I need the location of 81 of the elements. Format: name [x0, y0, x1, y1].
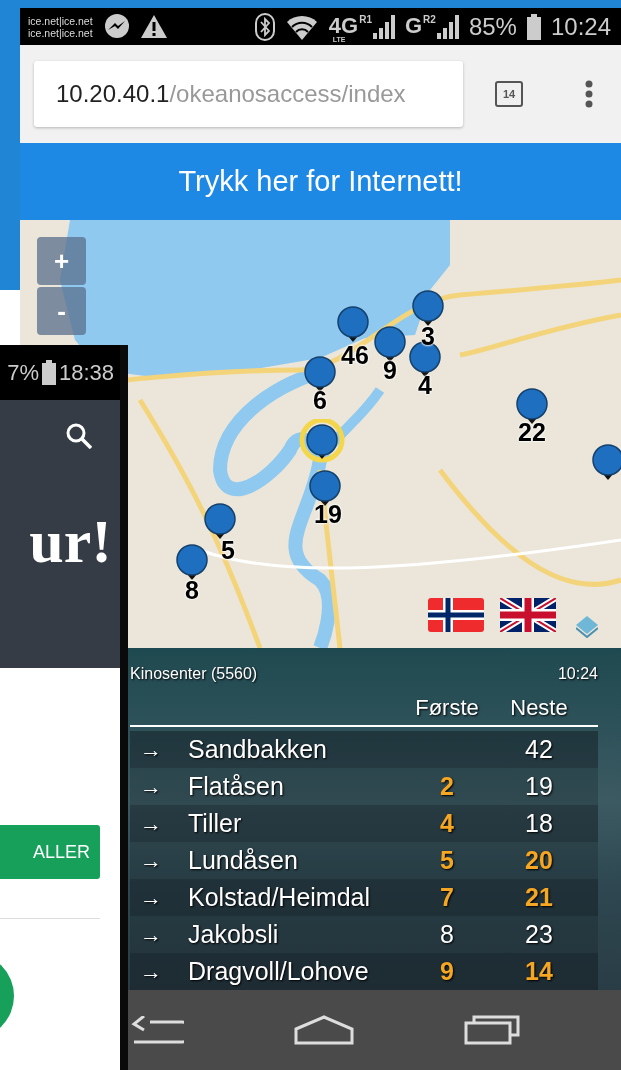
carrier-text: ice.net|ice.net [28, 26, 93, 39]
route-name: Lundåsen [188, 845, 299, 876]
chat-bubble-icon [102, 12, 131, 41]
marker-label: 19 [314, 501, 342, 527]
departure-minutes: 8 [440, 920, 454, 948]
clock: 10:24 [550, 14, 611, 39]
map-marker[interactable] [175, 544, 209, 580]
route-name: Dragvoll/Lohove [188, 956, 370, 987]
language-flag-button[interactable] [500, 598, 556, 632]
headline: ur! [29, 510, 112, 572]
departure-minutes: 21 [525, 883, 553, 911]
departure-minutes: 7 [440, 883, 454, 911]
departure-minutes: 19 [525, 772, 553, 800]
battery-icon [526, 13, 541, 40]
departure-minutes: 23 [525, 920, 553, 948]
marker-label: 5 [221, 537, 235, 563]
norway-flag-icon [428, 598, 484, 632]
map-marker[interactable] [591, 444, 621, 480]
tab-count-button[interactable]: 14 [495, 81, 523, 107]
recent-apps-icon[interactable] [464, 1015, 520, 1045]
layers-icon[interactable] [576, 616, 598, 638]
departure-minutes: 18 [525, 809, 553, 837]
signal-icon [436, 14, 459, 39]
internet-button[interactable]: Trykk her for Internett! [20, 143, 621, 220]
route-name: Jakobsli [188, 919, 280, 950]
stop-name: Kinosenter (5560) [130, 664, 258, 684]
arrow-text: → [139, 958, 163, 986]
map-marker[interactable] [515, 388, 549, 424]
roaming-label: R1 [359, 14, 372, 25]
clock: 18:38 [58, 359, 114, 387]
bluetooth-icon [254, 12, 275, 41]
arrow-text: → [139, 921, 163, 949]
map-marker[interactable] [411, 290, 445, 326]
departure-minutes: 5 [440, 846, 454, 874]
map-marker[interactable] [299, 419, 345, 463]
route-name: Flatåsen [188, 771, 285, 802]
marker-label: 22 [518, 419, 546, 445]
roaming-label: R2 [423, 14, 436, 25]
arrow-text: → [139, 884, 163, 912]
departure-minutes: 20 [525, 846, 553, 874]
departure-minutes: 9 [440, 957, 454, 985]
uk-flag-icon [500, 598, 556, 632]
arrow-text: → [139, 847, 163, 875]
marker-label: 46 [341, 342, 369, 368]
marker-label: 9 [383, 357, 397, 383]
update-time: 10:24 [557, 664, 598, 684]
search-icon[interactable] [65, 422, 92, 449]
marker-label: 4 [418, 372, 432, 398]
carrier-text: ice.net|ice.net [28, 14, 93, 27]
battery-icon [41, 360, 56, 385]
zoom-out-button[interactable]: - [37, 287, 86, 335]
marker-label: 6 [313, 387, 327, 413]
departure-minutes: 2 [440, 772, 454, 800]
route-name: Sandbakken [188, 734, 328, 765]
action-button[interactable]: ALLER [0, 825, 100, 879]
url-field[interactable]: 10.20.40.1/okeanosaccess/index [34, 61, 463, 127]
map-marker[interactable] [203, 503, 237, 539]
departure-minutes: 14 [525, 957, 553, 985]
column-header: Neste [509, 694, 569, 722]
warning-icon [140, 14, 167, 39]
arrow-text: → [139, 810, 163, 838]
arrow-text: → [139, 773, 163, 801]
network-type: G [404, 14, 423, 37]
departure-minutes: 4 [440, 809, 454, 837]
departure-minutes: 42 [525, 735, 553, 763]
home-icon[interactable] [294, 1015, 354, 1045]
back-icon[interactable] [130, 1016, 184, 1044]
battery-percent: 85% [468, 14, 517, 39]
language-flag-button[interactable] [428, 598, 484, 632]
signal-icon [372, 14, 395, 39]
wifi-icon [284, 13, 319, 40]
arrow-text: → [139, 736, 163, 764]
marker-label: 8 [185, 577, 199, 603]
menu-icon[interactable] [585, 80, 593, 108]
map-marker[interactable] [308, 470, 342, 506]
route-name: Tiller [188, 808, 243, 839]
route-name: Kolstad/Heimdal [188, 882, 372, 913]
column-header: Første [414, 694, 480, 722]
zoom-in-button[interactable]: + [37, 237, 86, 285]
map-marker[interactable] [336, 306, 370, 342]
battery-percent: 7% [7, 359, 39, 387]
